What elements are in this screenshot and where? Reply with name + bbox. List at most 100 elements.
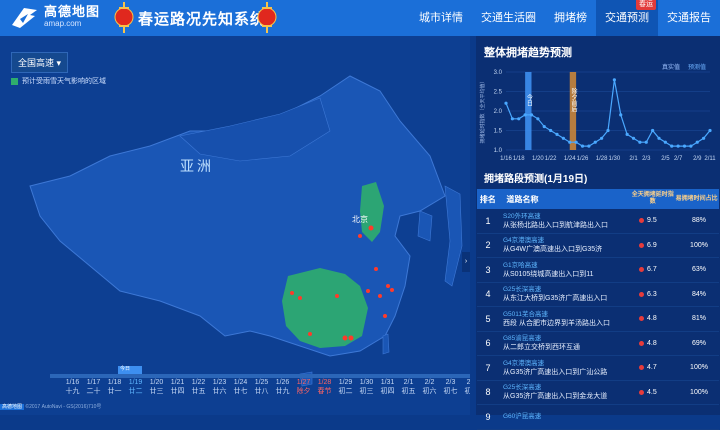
date-timeline[interactable]: 今日 1/16 十九 1/17 二十 1/18 廿一 1/19 廿二 1/20 廿三 1/21 廿四 1…: [50, 366, 470, 415]
row-percent: 81%: [691, 315, 706, 323]
series-point: [574, 140, 578, 144]
timeline-date[interactable]: 1/18 廿一: [104, 378, 125, 396]
congestion-dot-icon: [639, 218, 644, 224]
region-select[interactable]: 全国高速 ▾: [11, 52, 69, 73]
nav-traffic-forecast[interactable]: 交通预测 春运: [596, 0, 658, 36]
map-copyright: 高德地图 ©2017 AutoNavi - GS(2016)710号: [0, 404, 102, 410]
timeline-date[interactable]: 1/17 二十: [83, 378, 104, 396]
road-code: S20外环高速: [503, 212, 541, 220]
timeline-date[interactable]: 2/3 初七: [440, 378, 461, 396]
series-point: [606, 128, 610, 133]
series-point: [663, 140, 667, 144]
congestion-point: [386, 284, 390, 288]
timeline-date[interactable]: 1/21 廿四: [167, 378, 188, 396]
chevron-right-icon: ›: [464, 258, 468, 265]
congestion-point: [378, 294, 382, 298]
timeline-date[interactable]: 1/20 廿三: [146, 378, 167, 396]
series-point: [695, 140, 699, 144]
x-tick-label: 1/26: [577, 156, 589, 162]
legend-swatch: [11, 77, 18, 85]
series-point: [536, 117, 540, 121]
series-point: [612, 78, 616, 82]
road-code: G4京港澳高速: [503, 359, 545, 367]
copyright-logo: 高德地图: [0, 404, 25, 410]
congestion-point: [342, 335, 348, 341]
row-index: 6.9: [639, 242, 679, 249]
timeline-date[interactable]: 1/24 廿七: [230, 378, 251, 396]
trend-title: 整体拥堵趋势预测: [484, 47, 572, 59]
row-rank: 6: [485, 338, 491, 349]
china-map[interactable]: 全国高速 ▾ 预计受雨雪天气影响的区域 亚洲 北京 今日 1/16 十九 1/17 二…: [0, 36, 470, 415]
nav-city-detail[interactable]: 城市详情: [410, 0, 472, 36]
nav-congestion-rank[interactable]: 拥堵榜: [545, 0, 596, 36]
congestion-dot-icon: [639, 291, 644, 297]
series-point: [689, 144, 693, 148]
nav-traffic-life[interactable]: 交通生活圈: [472, 0, 545, 36]
series-point: [555, 132, 559, 136]
timeline-date[interactable]: 1/30 初三: [356, 378, 377, 396]
nav-traffic-report[interactable]: 交通报告: [658, 0, 720, 36]
road-desc: 从东江大桥到G35济广高速出入口: [503, 295, 608, 303]
trend-chart: 拥堵延时指数（全天平均值）1.01.52.02.53.0今日 除夕前后1/16 1/…: [479, 70, 716, 162]
map-label-asia: 亚洲: [180, 158, 214, 174]
row-rank: 8: [485, 387, 491, 398]
x-tick-label: 2/3: [642, 156, 651, 162]
amap-logo[interactable]: 高德地图 amap.com: [10, 5, 100, 31]
y-tick-label: 1.0: [494, 148, 503, 154]
row-percent: 84%: [691, 290, 706, 298]
timeline-date[interactable]: 1/16 十九: [62, 378, 83, 396]
x-tick-label: 2/9: [693, 156, 702, 162]
series-point: [587, 144, 591, 148]
timeline-date[interactable]: 1/26 廿九: [272, 378, 293, 396]
row-index: 6.3: [639, 291, 679, 298]
x-tick-label: 1/16: [500, 156, 512, 162]
table-row[interactable]: 7 G4京港澳高速 从G35济广高速出入口到广汕公路 4.7 100%: [477, 356, 719, 381]
panel-collapse-button[interactable]: ›: [462, 252, 470, 272]
band-0: [525, 72, 532, 150]
row-percent: 100%: [690, 364, 708, 372]
timeline-date[interactable]: 2/2 初六: [419, 378, 440, 396]
timeline-date[interactable]: 1/27 除夕: [293, 378, 314, 396]
table-row[interactable]: 3 G1京哈高速 从S0105绕城高速出入口到11 6.7 63%: [477, 258, 719, 283]
table-row[interactable]: 9 G60沪昆高速: [477, 405, 719, 430]
row-index: 4.7: [639, 364, 679, 371]
congestion-point: [298, 296, 302, 300]
timeline-handle-label: 今日: [120, 366, 131, 372]
series-point: [702, 136, 706, 140]
timeline-date[interactable]: 1/31 初四: [377, 378, 398, 396]
timeline-date[interactable]: 1/29 初二: [335, 378, 356, 396]
timeline-date[interactable]: 1/23 廿六: [209, 378, 230, 396]
congestion-point: [366, 289, 370, 293]
road-code: G85渝昆高速: [503, 335, 542, 343]
series-point: [504, 101, 508, 105]
timeline-date[interactable]: 1/25 廿八: [251, 378, 272, 396]
road-code: G1京哈高速: [503, 261, 538, 269]
timeline-date[interactable]: 2/1 初五: [398, 378, 419, 396]
logo-text-cn: 高德地图: [44, 4, 101, 19]
table-row[interactable]: 1 S20外环高速 从张杨北路出入口到航津路出入口 9.5 88%: [477, 209, 719, 234]
timeline-date[interactable]: 1/22 廿五: [188, 378, 209, 396]
table-row[interactable]: 4 G25长深高速 从东江大桥到G35济广高速出入口 6.3 84%: [477, 283, 719, 307]
col-index: 全天拥堵延时指数: [631, 192, 674, 205]
congestion-dot-icon: [639, 316, 644, 322]
table-row[interactable]: 5 G5011芜合高速 西段 从合肥市边界到羊汤路出入口 4.8 81%: [477, 307, 719, 332]
table-row[interactable]: 8 G25长深高速 从G35济广高速出入口到金龙大道 4.5 100%: [477, 381, 719, 405]
x-tick-label: 1/18: [513, 156, 525, 162]
chevron-down-icon: ▾: [56, 58, 62, 68]
row-index: 6.7: [639, 266, 679, 273]
row-rank: 2: [485, 240, 491, 251]
timeline-date[interactable]: 1/28 春节: [314, 378, 335, 396]
timeline-date[interactable]: 1/19 廿二: [125, 378, 146, 396]
table-row[interactable]: 2 G4京港澳高速 从G4W广澳高速出入口到G35济 6.9 100%: [477, 234, 719, 258]
table-row[interactable]: 6 G85渝昆高速 从二郎立交桥到西环互通 4.8 69%: [477, 332, 719, 356]
road-desc: 从S0105绕城高速出入口到11: [503, 270, 594, 278]
row-rank: 7: [485, 362, 491, 373]
row-road: G5011芜合高速 西段 从合肥市边界到羊汤路出入口: [499, 310, 639, 328]
road-desc: 从二郎立交桥到西环互通: [503, 344, 580, 352]
x-tick-label: 1/20: [532, 156, 544, 162]
timeline-date[interactable]: 2/4初八: [461, 378, 471, 396]
legend-text: 预计受雨雪天气影响的区域: [22, 78, 106, 85]
series-point: [580, 144, 585, 148]
road-code: G5011芜合高速: [503, 310, 549, 318]
row-index: 9.5: [639, 217, 679, 224]
